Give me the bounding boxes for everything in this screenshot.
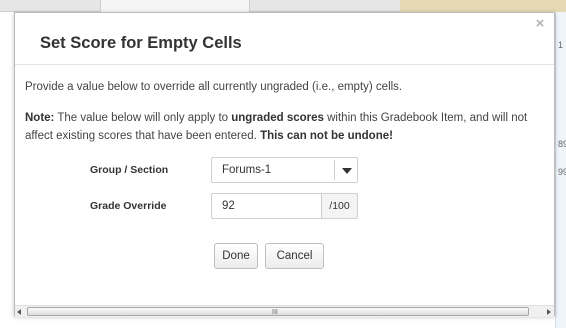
note-text-1: The value below will only apply to — [54, 112, 232, 124]
dialog-description: Provide a value below to override all cu… — [25, 81, 403, 93]
note-warning: This can not be undone! — [260, 130, 393, 142]
scroll-left-icon[interactable] — [17, 309, 21, 315]
background-tab — [100, 0, 250, 12]
select-divider — [334, 160, 335, 180]
chevron-down-icon — [342, 168, 352, 174]
scrollbar-grip: III — [272, 309, 278, 316]
background-header — [0, 0, 566, 12]
background-cell-text: 99 — [558, 167, 566, 177]
note-emphasis: ungraded scores — [231, 112, 324, 124]
grade-override-input[interactable] — [211, 193, 321, 219]
dialog-title: Set Score for Empty Cells — [40, 34, 242, 52]
done-button[interactable]: Done — [214, 243, 258, 269]
cancel-button[interactable]: Cancel — [265, 243, 324, 269]
dialog-note: Note: The value below will only apply to… — [25, 109, 550, 145]
background-cell-text: 89 — [558, 139, 566, 149]
header-divider — [15, 64, 554, 65]
background-cell-text: 1 — [558, 40, 564, 50]
grade-override-label: Grade Override — [90, 200, 167, 212]
scrollbar-thumb[interactable]: III — [27, 307, 529, 316]
background-highlight — [400, 0, 566, 12]
group-section-select[interactable]: Forums-1 — [211, 157, 358, 183]
group-section-label: Group / Section — [90, 164, 169, 176]
grade-max-suffix: /100 — [321, 193, 358, 219]
background-grid-edge: 1 89 99 — [555, 12, 566, 328]
horizontal-scrollbar[interactable]: III — [15, 305, 554, 317]
note-label: Note: — [25, 112, 55, 124]
scroll-right-icon[interactable] — [547, 309, 551, 315]
group-section-value: Forums-1 — [222, 164, 272, 176]
close-icon[interactable]: × — [532, 16, 548, 32]
set-score-dialog: Set Score for Empty Cells × Provide a va… — [14, 12, 555, 317]
